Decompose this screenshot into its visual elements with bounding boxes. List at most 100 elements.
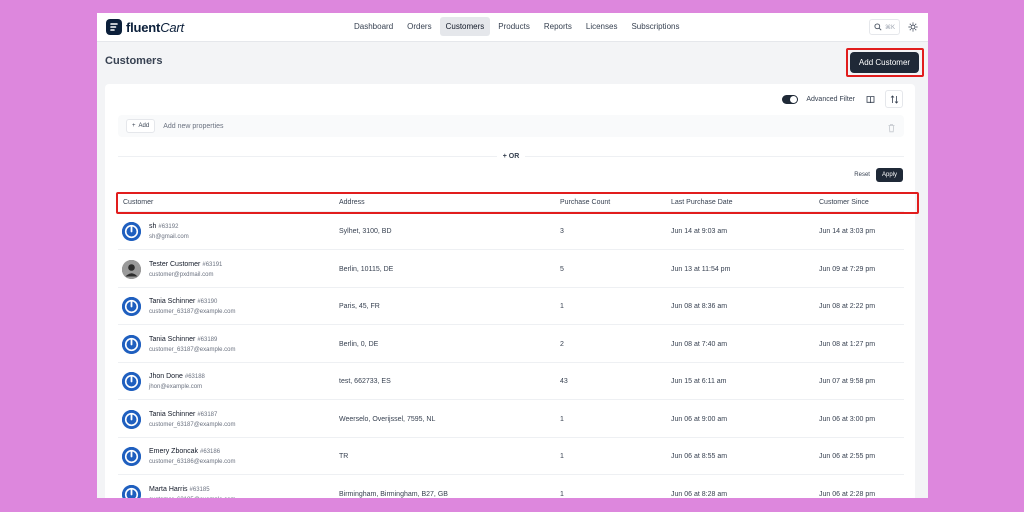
customer-since: Jun 09 at 7:29 pm: [819, 265, 876, 273]
customer-since: Jun 06 at 2:28 pm: [819, 490, 876, 498]
customer-name-line[interactable]: sh #63192: [149, 223, 178, 230]
column-header-purchase-count[interactable]: Purchase Count: [560, 199, 610, 206]
column-header-address[interactable]: Address: [339, 199, 365, 206]
column-header-customer-since[interactable]: Customer Since: [819, 199, 869, 206]
customer-email: sh@gmail.com: [149, 234, 189, 240]
customer-name[interactable]: Tania Schinner: [149, 298, 195, 305]
reset-button[interactable]: Reset: [854, 172, 870, 178]
customer-name-line[interactable]: Jhon Done #63188: [149, 373, 205, 380]
customer-name[interactable]: Marta Harris: [149, 486, 188, 493]
table-row[interactable]: Jhon Done #63188 jhon@example.com test, 662…: [118, 363, 904, 400]
table-row[interactable]: Tania Schinner #63189 customer_63187@examp…: [118, 326, 904, 363]
customer-id: #63187: [197, 411, 218, 418]
table-row[interactable]: Tania Schinner #63187 customer_63187@examp…: [118, 401, 904, 438]
advanced-filter-label: Advanced Filter: [806, 95, 855, 103]
purchase-count: 3: [560, 228, 564, 235]
customer-name-line[interactable]: Tania Schinner #63187: [149, 411, 217, 418]
customer-name-line[interactable]: Tania Schinner #63190: [149, 298, 217, 305]
last-purchase-date: Jun 08 at 7:40 am: [671, 340, 728, 348]
column-header-last-purchase-date[interactable]: Last Purchase Date: [671, 199, 732, 206]
top-bar: fluentCart Dashboard Orders Customers Pr…: [97, 13, 928, 42]
nav-subscriptions[interactable]: Subscriptions: [625, 17, 685, 36]
nav-licenses[interactable]: Licenses: [580, 17, 624, 36]
purchase-count: 43: [560, 378, 568, 385]
customer-name-line[interactable]: Marta Harris #63185: [149, 486, 210, 493]
customer-address: test, 662733, ES: [339, 378, 391, 385]
search-icon: [874, 23, 882, 31]
customer-address: Birmingham, Birmingham, B27, GB: [339, 490, 448, 498]
customer-name[interactable]: Tania Schinner: [149, 411, 195, 418]
last-purchase-date: Jun 06 at 8:55 am: [671, 453, 728, 460]
sun-icon: [908, 22, 918, 32]
add-property-button[interactable]: + Add: [126, 119, 156, 133]
apply-button[interactable]: Apply: [875, 168, 903, 182]
nav-reports[interactable]: Reports: [538, 17, 578, 36]
customer-name[interactable]: Jhon Done: [149, 373, 183, 380]
last-purchase-date: Jun 08 at 8:36 am: [671, 303, 728, 310]
customer-id: #63185: [189, 486, 210, 493]
customer-name[interactable]: Tester Customer: [149, 261, 200, 268]
avatar: [122, 409, 141, 429]
customer-name-line[interactable]: Emery Zboncak #63186: [149, 448, 220, 455]
trash-icon: [888, 124, 895, 133]
table-row[interactable]: Marta Harris#63185 customer_63185@example…: [118, 476, 904, 499]
last-purchase-date: Jun 15 at 6:11 am: [671, 378, 727, 385]
customer-email: customer_63186@example.com: [149, 459, 236, 465]
customer-address: Berlin, 0, DE: [339, 340, 379, 348]
table-row[interactable]: Tester Customer #63191 customer@pxdmail.co…: [118, 251, 904, 288]
purchase-count: 1: [560, 303, 564, 310]
customer-name[interactable]: Emery Zboncak: [149, 448, 198, 455]
customer-since: Jun 06 at 2:55 pm: [819, 453, 876, 460]
column-view-button[interactable]: [863, 92, 877, 106]
delete-filter-button[interactable]: [887, 120, 896, 138]
avatar: [122, 222, 141, 241]
add-customer-button[interactable]: Add Customer: [850, 52, 919, 73]
nav-products[interactable]: Products: [492, 17, 536, 36]
customer-email: customer_63185@example.com: [149, 497, 235, 499]
purchase-count: 1: [560, 453, 564, 460]
sort-button[interactable]: [885, 90, 903, 108]
customer-name-line[interactable]: Tania Schinner #63189: [149, 336, 217, 343]
last-purchase-date: Jun 14 at 9:03 am: [671, 228, 728, 235]
sort-arrows-icon: [890, 94, 898, 104]
customer-id: #63192: [158, 224, 179, 230]
advanced-filter-toggle[interactable]: [782, 94, 799, 104]
filter-properties-row: + Add Add new properties: [118, 115, 904, 137]
column-header-customer[interactable]: Customer: [123, 199, 153, 206]
customer-address: Paris, 45, FR: [339, 303, 380, 310]
table-row[interactable]: Tania Schinner #63190 customer_63187@examp…: [118, 288, 904, 325]
purchase-count: 2: [560, 340, 564, 348]
brand-name: fluentCart: [126, 19, 184, 35]
customer-name[interactable]: sh: [149, 223, 156, 230]
table-row[interactable]: sh #63192 sh@gmail.com Sylhet, 3100, BD 3 Jun…: [118, 213, 904, 250]
customer-name[interactable]: Tania Schinner: [149, 336, 195, 343]
logo[interactable]: fluentCart: [106, 19, 184, 35]
avatar: [122, 447, 141, 466]
top-right-actions: ⌘K: [868, 19, 918, 35]
customer-id: #63186: [200, 449, 221, 455]
book-icon: [866, 95, 874, 103]
filter-actions: Reset Apply: [854, 168, 903, 182]
customer-id: #63189: [197, 336, 218, 343]
add-property-hint: Add new properties: [163, 122, 224, 130]
shortcut-hint: ⌘K: [884, 24, 895, 31]
command-search-button[interactable]: ⌘K: [868, 19, 900, 35]
purchase-count: 1: [560, 490, 564, 498]
purchase-count: 1: [560, 415, 564, 423]
nav-customers[interactable]: Customers: [439, 17, 491, 36]
customer-address: TR: [339, 453, 349, 460]
theme-toggle-button[interactable]: [908, 22, 918, 32]
table-row[interactable]: Emery Zboncak #63186 customer_63186@exampl…: [118, 438, 904, 475]
customer-name-line[interactable]: Tester Customer #63191: [149, 261, 222, 268]
avatar: [122, 334, 141, 354]
or-button[interactable]: + OR: [497, 153, 526, 160]
last-purchase-date: Jun 06 at 8:28 am: [671, 490, 728, 498]
customer-since: Jun 08 at 1:27 pm: [819, 340, 876, 348]
nav-dashboard[interactable]: Dashboard: [348, 17, 399, 36]
customer-email: customer_63187@example.com: [149, 309, 236, 315]
nav-orders[interactable]: Orders: [401, 17, 437, 36]
fluentcart-logo-icon: [106, 19, 122, 35]
plus-icon: +: [132, 123, 136, 129]
avatar: [122, 297, 141, 316]
customer-email: customer_63187@example.com: [149, 421, 236, 428]
